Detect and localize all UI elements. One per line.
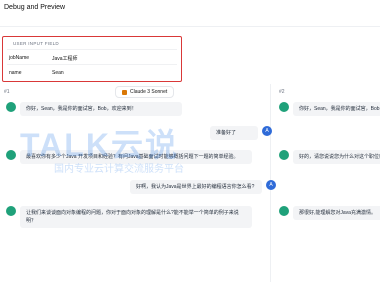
user-avatar: A bbox=[262, 126, 272, 136]
page-title: Debug and Preview bbox=[4, 4, 66, 11]
claude-logo-icon bbox=[122, 89, 127, 95]
input-value[interactable]: Sean bbox=[52, 70, 64, 76]
model-label: Claude 3 Sonnet bbox=[130, 89, 168, 95]
user-avatar: A bbox=[266, 180, 276, 190]
chat-message-bot: 最喜欢你有多少个Java 开发项目和经验？有问Java基础面试时能够概括问题下一… bbox=[6, 150, 252, 164]
message-bubble: 你好，Sean，我是你的面试官，Bob，欢迎… bbox=[293, 102, 380, 116]
input-row-jobname[interactable]: jobName Java工程师 bbox=[7, 49, 177, 64]
bot-avatar-icon bbox=[6, 150, 16, 160]
chat-message-bot: 那很好,能理解您对Java充满激情。 bbox=[279, 206, 380, 220]
column-2-header: #2 bbox=[275, 85, 380, 101]
input-key: jobName bbox=[9, 55, 30, 61]
user-input-panel: USER INPUT FIELD jobName Java工程师 name Se… bbox=[2, 36, 182, 82]
message-bubble: 好啊，我认为Java是世界上最好的编程语言你怎么看? bbox=[130, 180, 262, 194]
chat-message-user: A 好啊，我认为Java是世界上最好的编程语言你怎么看? bbox=[130, 180, 276, 194]
chat-message-bot: 你好，Sean，我是你的面试官，Bob，欢迎… bbox=[279, 102, 380, 116]
bot-avatar-icon bbox=[279, 206, 289, 216]
chat-message-bot: 你好，Sean，我是你的面试官，Bob，欢迎来到！ bbox=[6, 102, 182, 116]
model-select[interactable]: Claude 3 Sonnet bbox=[115, 86, 175, 98]
column-1-header: #1 Claude 3 Sonnet bbox=[0, 85, 270, 101]
bot-avatar-icon bbox=[6, 102, 16, 112]
message-bubble: 准备好了 bbox=[210, 126, 258, 140]
chat-message-user: A 准备好了 bbox=[210, 126, 272, 140]
input-key: name bbox=[9, 70, 22, 76]
bot-avatar-icon bbox=[279, 102, 289, 112]
top-bar: Debug and Preview bbox=[0, 0, 380, 27]
bot-avatar-icon bbox=[279, 150, 289, 160]
bot-avatar-icon bbox=[6, 206, 16, 216]
message-bubble: 让我们来谈谈面向对象编程的问题，你对于面向对象的理解是什么?能不能举一个简单的例… bbox=[20, 206, 252, 228]
column-index: #1 bbox=[4, 89, 10, 95]
message-bubble: 最喜欢你有多少个Java 开发项目和经验？有问Java基础面试时能够概括问题下一… bbox=[20, 150, 252, 164]
input-row-name[interactable]: name Sean bbox=[7, 64, 177, 79]
chat-message-bot: 让我们来谈谈面向对象编程的问题，你对于面向对象的理解是什么?能不能举一个简单的例… bbox=[6, 206, 252, 228]
message-bubble: 好的，请您说说您为什么对这个职位感兴… bbox=[293, 150, 380, 164]
message-bubble: 那很好,能理解您对Java充满激情。 bbox=[293, 206, 380, 220]
chat-message-bot: 好的，请您说说您为什么对这个职位感兴… bbox=[279, 150, 380, 164]
message-bubble: 你好，Sean，我是你的面试官，Bob，欢迎来到！ bbox=[20, 102, 182, 116]
input-panel-heading: USER INPUT FIELD bbox=[13, 41, 59, 46]
column-index: #2 bbox=[279, 89, 285, 95]
input-value[interactable]: Java工程师 bbox=[52, 55, 78, 62]
